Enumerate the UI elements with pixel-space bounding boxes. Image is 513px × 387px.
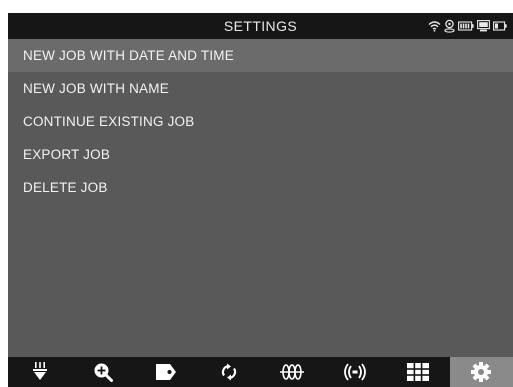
zoom-in-icon (93, 362, 113, 382)
waveform-icon (279, 363, 305, 381)
zoom-button[interactable] (71, 357, 134, 387)
grid-icon (407, 363, 430, 381)
bottom-toolbar (8, 357, 513, 387)
grid-button[interactable] (387, 357, 450, 387)
signal-button[interactable] (324, 357, 387, 387)
menu-item-new-job-date-time[interactable]: NEW JOB WITH DATE AND TIME (8, 39, 513, 72)
storage-icon (477, 20, 490, 32)
title-bar: SETTINGS (8, 13, 513, 39)
menu-item-export-job[interactable]: EXPORT JOB (8, 138, 513, 171)
refresh-button[interactable] (197, 357, 260, 387)
tag-button[interactable] (134, 357, 197, 387)
settings-button[interactable] (449, 357, 513, 387)
signal-icon (342, 362, 368, 382)
refresh-icon (219, 362, 239, 382)
wifi-icon (428, 20, 441, 32)
battery-icon (458, 21, 474, 31)
job-menu: NEW JOB WITH DATE AND TIME NEW JOB WITH … (8, 39, 513, 204)
device-screen: SETTINGS NEW JOB WITH DATE AND TIME NEW … (8, 13, 513, 387)
gps-icon (444, 19, 455, 33)
menu-item-delete-job[interactable]: DELETE JOB (8, 171, 513, 204)
menu-item-new-job-name[interactable]: NEW JOB WITH NAME (8, 72, 513, 105)
menu-item-continue-job[interactable]: CONTINUE EXISTING JOB (8, 105, 513, 138)
battery-small-icon (493, 21, 507, 31)
tag-icon (155, 363, 177, 381)
measure-down-icon (30, 361, 50, 383)
settings-gear-icon (470, 361, 492, 383)
status-icons (428, 17, 507, 35)
waveform-button[interactable] (261, 357, 324, 387)
measure-button[interactable] (8, 357, 71, 387)
